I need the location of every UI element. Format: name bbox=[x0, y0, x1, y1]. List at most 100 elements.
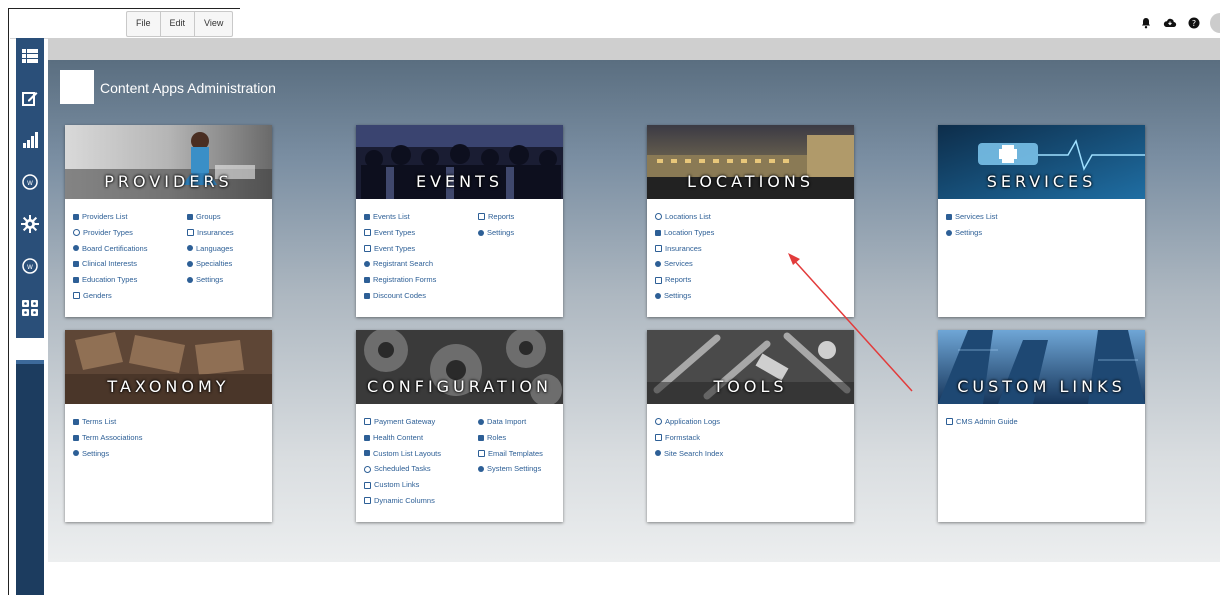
sidebar-divider bbox=[16, 360, 44, 364]
services-banner[interactable]: SERVICES bbox=[938, 125, 1145, 199]
configuration-title: CONFIGURATION bbox=[367, 377, 552, 396]
user-outline-icon bbox=[73, 229, 80, 237]
history-icon bbox=[655, 418, 662, 426]
menu-group: File Edit View bbox=[126, 11, 234, 37]
sidebar: W W bbox=[16, 38, 44, 595]
email-templates-link[interactable]: Email Templates bbox=[478, 446, 543, 462]
event-types-alt-link[interactable]: Event Types bbox=[364, 241, 472, 257]
page-title: Content Apps Administration bbox=[100, 80, 276, 96]
file-icon bbox=[946, 418, 953, 426]
providers-title: PROVIDERS bbox=[104, 172, 233, 191]
specialties-link[interactable]: Specialties bbox=[187, 256, 234, 272]
tools-banner[interactable]: TOOLS bbox=[647, 330, 854, 404]
user-icon bbox=[73, 213, 79, 220]
providers-list-link[interactable]: Providers List bbox=[73, 209, 181, 225]
registrant-search-link[interactable]: Registrant Search bbox=[364, 256, 472, 272]
certificate-icon bbox=[73, 245, 79, 252]
tools-title: TOOLS bbox=[713, 377, 788, 396]
top-icon-group: ? bbox=[1138, 13, 1220, 33]
events-banner[interactable]: EVENTS bbox=[356, 125, 563, 199]
events-settings-link[interactable]: Settings bbox=[478, 225, 514, 241]
cloud-icon[interactable] bbox=[1162, 15, 1178, 31]
star-icon bbox=[187, 261, 193, 268]
taxonomy-banner[interactable]: TAXONOMY bbox=[65, 330, 272, 404]
formstack-link[interactable]: Formstack bbox=[655, 430, 763, 446]
menu-view[interactable]: View bbox=[195, 12, 232, 36]
calendar-outline-icon bbox=[364, 229, 371, 237]
gear-icon bbox=[478, 229, 484, 236]
card-locations: LOCATIONS Locations List Location Types … bbox=[647, 125, 854, 317]
board-certifications-link[interactable]: Board Certifications bbox=[73, 241, 181, 257]
taxonomy-settings-link[interactable]: Settings bbox=[73, 446, 181, 462]
custom-links-link[interactable]: Custom Links bbox=[364, 477, 472, 493]
locations-reports-link[interactable]: Reports bbox=[655, 272, 763, 288]
dynamic-columns-link[interactable]: Dynamic Columns bbox=[364, 493, 472, 509]
events-reports-link[interactable]: Reports bbox=[478, 209, 514, 225]
locations-links: Locations List Location Types Insurances… bbox=[647, 199, 854, 310]
groups-link[interactable]: Groups bbox=[187, 209, 234, 225]
menu-bar: File Edit View ? bbox=[10, 9, 1220, 39]
payment-gateway-link[interactable]: Payment Gateway bbox=[364, 414, 472, 430]
term-associations-link[interactable]: Term Associations bbox=[73, 430, 181, 446]
providers-banner[interactable]: PROVIDERS bbox=[65, 125, 272, 199]
logo bbox=[60, 70, 94, 104]
tag-icon bbox=[364, 292, 370, 299]
roles-link[interactable]: Roles bbox=[478, 430, 543, 446]
wordpress-icon[interactable]: W bbox=[20, 172, 40, 192]
menu-edit[interactable]: Edit bbox=[161, 12, 196, 36]
services-settings-link[interactable]: Settings bbox=[946, 225, 1054, 241]
scheduled-tasks-link[interactable]: Scheduled Tasks bbox=[364, 461, 472, 477]
svg-text:W: W bbox=[27, 264, 33, 271]
event-types-link[interactable]: Event Types bbox=[364, 225, 472, 241]
health-content-link[interactable]: Health Content bbox=[364, 430, 472, 446]
discount-codes-link[interactable]: Discount Codes bbox=[364, 288, 472, 304]
wordpress-icon[interactable]: W bbox=[20, 256, 40, 276]
services-list-link[interactable]: Services List bbox=[946, 209, 1054, 225]
gear-icon bbox=[655, 292, 661, 299]
genders-link[interactable]: Genders bbox=[73, 288, 181, 304]
card-events: EVENTS Events List Event Types Event Typ… bbox=[356, 125, 563, 317]
locations-banner[interactable]: LOCATIONS bbox=[647, 125, 854, 199]
custom-list-layouts-link[interactable]: Custom List Layouts bbox=[364, 446, 472, 462]
search-icon bbox=[655, 450, 661, 457]
edit-icon[interactable] bbox=[20, 88, 40, 108]
avatar[interactable] bbox=[1210, 13, 1220, 33]
languages-link[interactable]: Languages bbox=[187, 241, 234, 257]
locations-list-link[interactable]: Locations List bbox=[655, 209, 763, 225]
help-icon[interactable]: ? bbox=[1186, 15, 1202, 31]
application-logs-link[interactable]: Application Logs bbox=[655, 414, 763, 430]
locations-settings-link[interactable]: Settings bbox=[655, 288, 763, 304]
terms-list-link[interactable]: Terms List bbox=[73, 414, 181, 430]
system-settings-link[interactable]: System Settings bbox=[478, 461, 543, 477]
insurances-link[interactable]: Insurances bbox=[187, 225, 234, 241]
cms-admin-guide-link[interactable]: CMS Admin Guide bbox=[946, 414, 1054, 430]
gender-icon bbox=[73, 292, 80, 300]
education-types-link[interactable]: Education Types bbox=[73, 272, 181, 288]
provider-types-link[interactable]: Provider Types bbox=[73, 225, 181, 241]
locations-services-link[interactable]: Services bbox=[655, 256, 763, 272]
providers-settings-link[interactable]: Settings bbox=[187, 272, 234, 288]
bell-icon[interactable] bbox=[1138, 15, 1154, 31]
events-list-link[interactable]: Events List bbox=[364, 209, 472, 225]
envelope-icon bbox=[478, 449, 485, 457]
clipboard-icon bbox=[73, 261, 79, 268]
clinical-interests-link[interactable]: Clinical Interests bbox=[73, 256, 181, 272]
search-icon bbox=[364, 261, 370, 268]
registration-forms-link[interactable]: Registration Forms bbox=[364, 272, 472, 288]
locations-insurances-link[interactable]: Insurances bbox=[655, 241, 763, 257]
configuration-links: Payment Gateway Health Content Custom Li… bbox=[356, 404, 563, 515]
location-types-link[interactable]: Location Types bbox=[655, 225, 763, 241]
tags-icon bbox=[73, 418, 79, 425]
services-title: SERVICES bbox=[986, 172, 1097, 191]
bar-chart-icon[interactable] bbox=[20, 130, 40, 150]
data-import-link[interactable]: Data Import bbox=[478, 414, 543, 430]
list-icon[interactable] bbox=[20, 46, 40, 66]
site-search-index-link[interactable]: Site Search Index bbox=[655, 446, 763, 462]
providers-links: Providers List Provider Types Board Cert… bbox=[65, 199, 272, 310]
apps-icon[interactable] bbox=[20, 298, 40, 318]
menu-file[interactable]: File bbox=[127, 12, 161, 36]
gear-icon[interactable] bbox=[20, 214, 40, 234]
custom-links-banner[interactable]: CUSTOM LINKS bbox=[938, 330, 1145, 404]
external-link-icon bbox=[655, 434, 662, 442]
configuration-banner[interactable]: CONFIGURATION bbox=[356, 330, 563, 404]
